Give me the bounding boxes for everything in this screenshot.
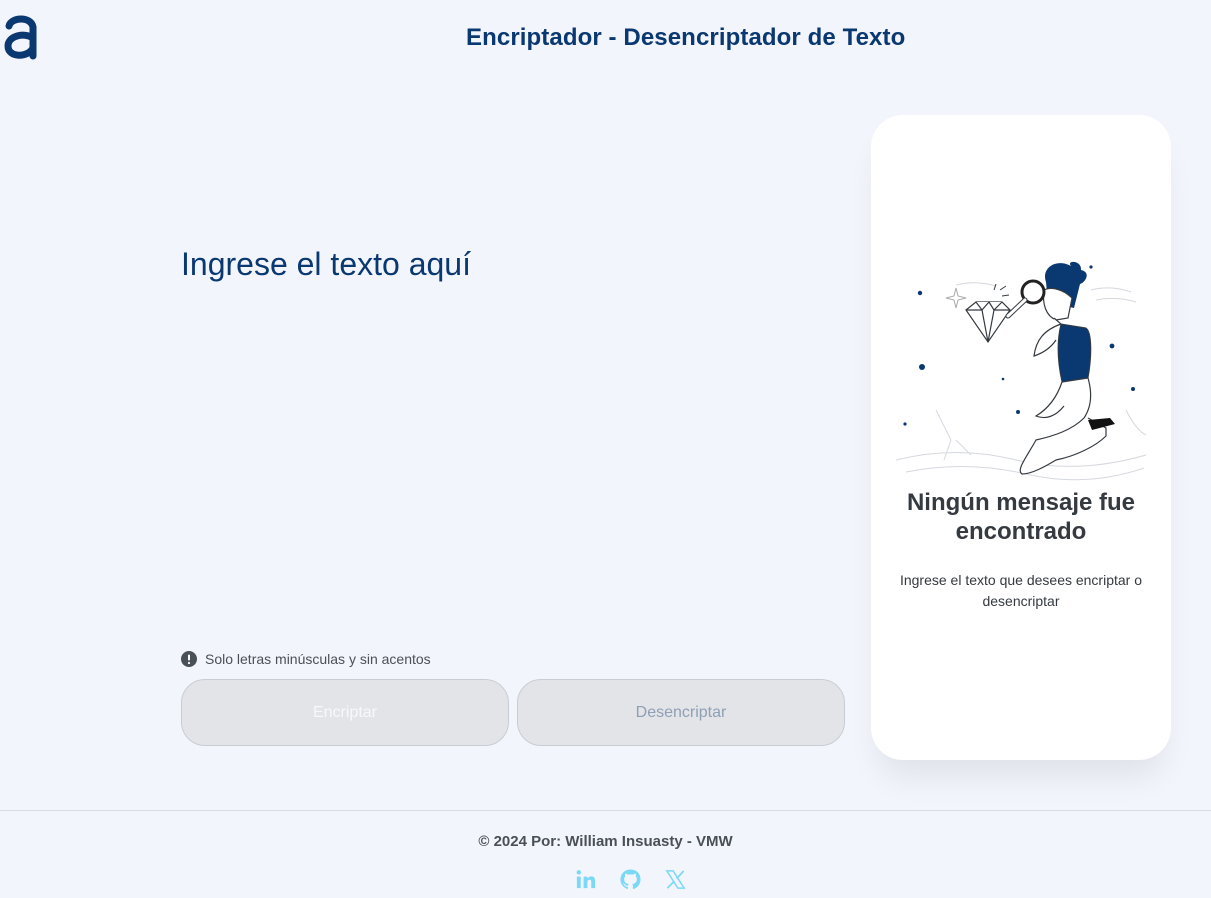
output-card: Ningún mensaje fue encontrado Ingrese el… xyxy=(871,115,1171,760)
footer-credit: © 2024 Por: William Insuasty - VMW xyxy=(478,833,733,850)
x-icon[interactable] xyxy=(664,868,687,891)
hint-text: Solo letras minúsculas y sin acentos xyxy=(205,651,431,667)
page-title: Encriptador - Desencriptador de Texto xyxy=(466,24,906,51)
social-links xyxy=(574,868,687,891)
text-input[interactable] xyxy=(181,246,841,626)
linkedin-icon[interactable] xyxy=(574,868,597,891)
exclamation-circle-icon xyxy=(181,651,197,667)
input-hint: Solo letras minúsculas y sin acentos xyxy=(181,651,431,667)
person-with-magnifying-glass-illustration xyxy=(896,261,1147,481)
footer-divider xyxy=(0,810,1211,811)
empty-state-text: Ingrese el texto que desees encriptar o … xyxy=(899,572,1143,609)
decrypt-button[interactable]: Desencriptar xyxy=(517,679,845,746)
encrypt-button[interactable]: Encriptar xyxy=(181,679,509,746)
empty-state-title: Ningún mensaje fue encontrado xyxy=(906,489,1136,545)
alura-logo-icon[interactable] xyxy=(4,12,38,60)
github-icon[interactable] xyxy=(619,868,642,891)
